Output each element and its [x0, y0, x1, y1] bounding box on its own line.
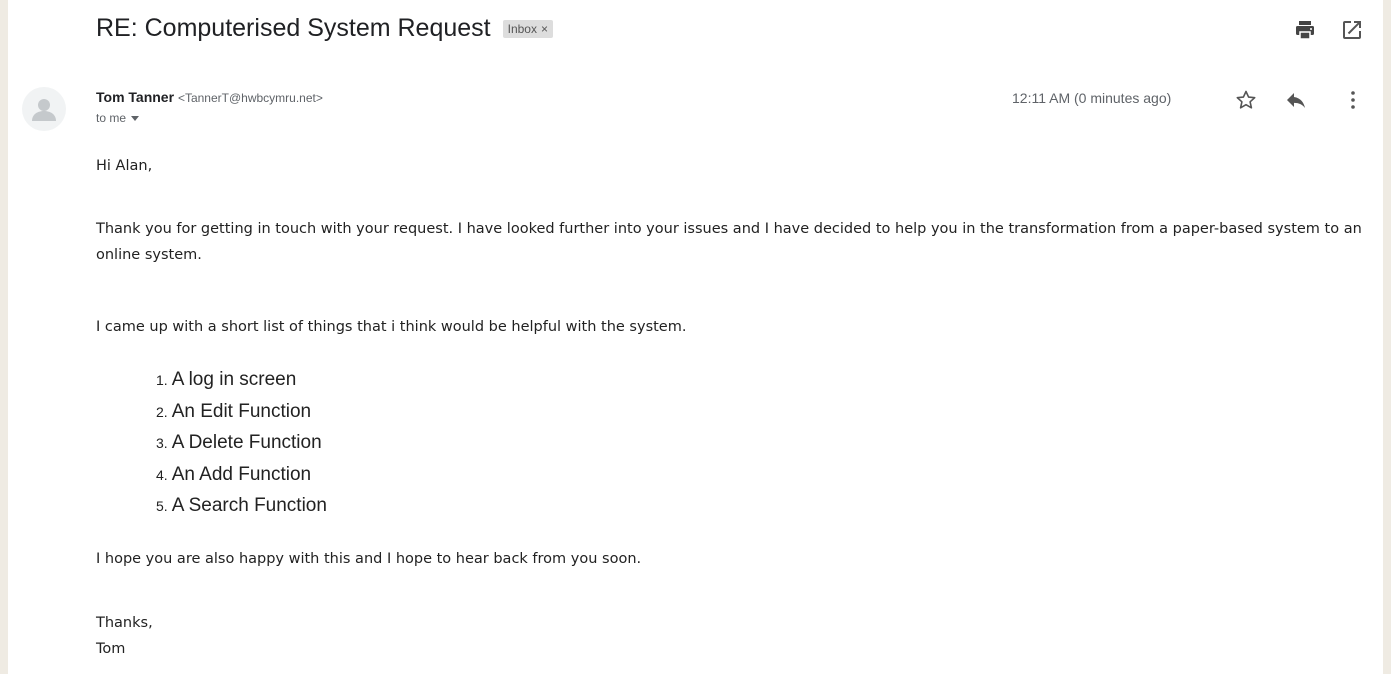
body-paragraph-3: I hope you are also happy with this and … — [96, 551, 642, 567]
email-subject: RE: Computerised System Request Inbox × — [96, 14, 553, 43]
email-view: RE: Computerised System Request Inbox × … — [8, 0, 1383, 674]
recipient-toggle[interactable]: to me — [96, 111, 140, 125]
list-item: 4. An Add Function — [156, 463, 312, 485]
reply-icon[interactable] — [1284, 88, 1308, 112]
default-avatar-icon — [22, 87, 66, 131]
inbox-label-text: Inbox — [507, 21, 537, 36]
signature: Tom — [96, 641, 126, 657]
list-item: 3. A Delete Function — [156, 432, 322, 453]
body-paragraph-2: I came up with a short list of things th… — [96, 319, 687, 335]
sender-info: Tom Tanner <TannerT@hwbcymru.net> — [96, 89, 323, 105]
signoff: Thanks, — [96, 615, 153, 631]
sender-email: <TannerT@hwbcymru.net> — [177, 91, 323, 105]
email-timestamp: 12:11 AM (0 minutes ago) — [1012, 90, 1172, 106]
list-item: 2. An Edit Function — [156, 400, 312, 422]
sender-name[interactable]: Tom Tanner — [96, 89, 174, 105]
more-vertical-icon[interactable] — [1341, 88, 1365, 112]
star-icon[interactable] — [1234, 88, 1258, 112]
list-item: 1. A log in screen — [156, 369, 297, 390]
chevron-down-icon[interactable] — [131, 115, 140, 121]
subject-text: RE: Computerised System Request — [96, 14, 491, 42]
inbox-label[interactable]: Inbox × — [502, 19, 553, 38]
open-in-new-window-icon[interactable] — [1340, 18, 1364, 42]
feature-list: 1. A log in screen 2. An Edit Function 3. A… — [156, 364, 327, 522]
print-icon[interactable] — [1293, 18, 1317, 42]
greeting: Hi Alan, — [96, 158, 153, 174]
remove-label-button[interactable]: × — [541, 22, 548, 36]
body-paragraph-1: Thank you for getting in touch with your… — [96, 221, 1362, 263]
list-item: 5. A Search Function — [156, 495, 327, 516]
recipient-text: to me — [96, 111, 127, 125]
